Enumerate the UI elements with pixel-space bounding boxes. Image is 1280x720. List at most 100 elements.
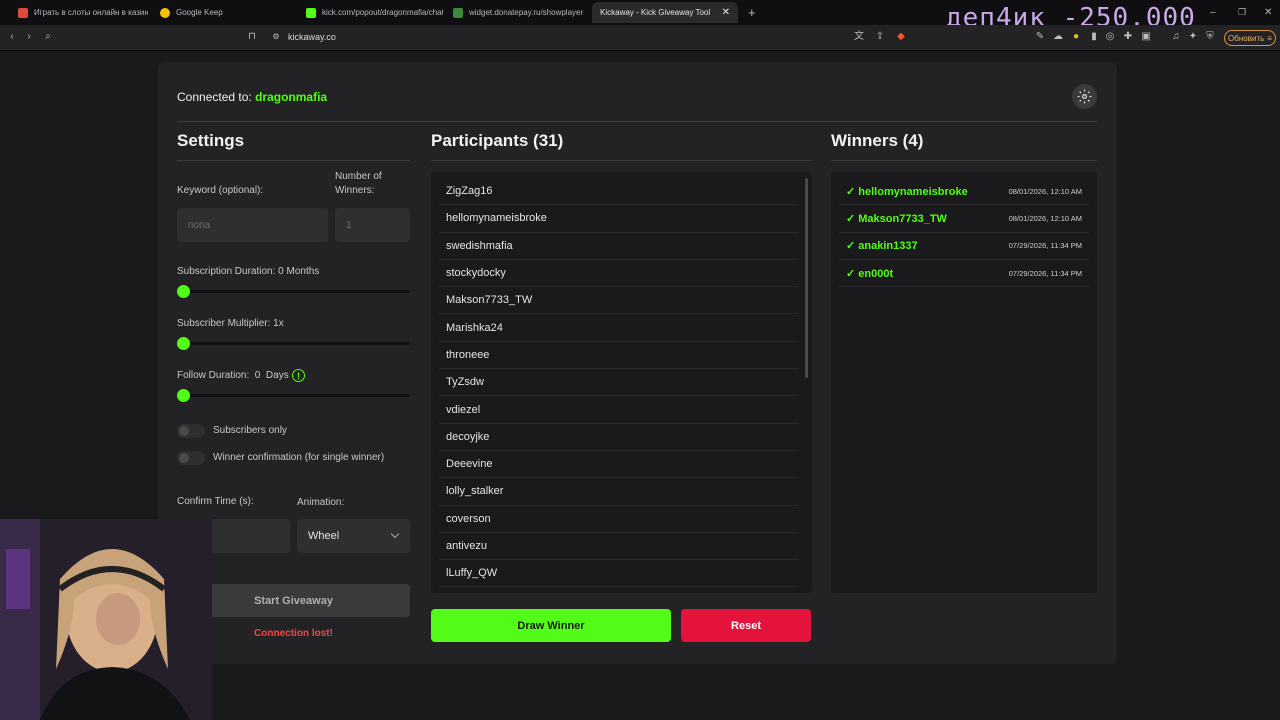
confirm-time-label: Confirm Time (s): bbox=[177, 496, 254, 507]
minimize-icon[interactable]: – bbox=[1202, 2, 1222, 23]
subscribers-only-toggle[interactable] bbox=[177, 424, 205, 438]
winner-name: ✓ en000t bbox=[846, 267, 894, 280]
browser-tab-kickaway[interactable]: Kickaway - Kick Giveaway Tool ✕ bbox=[592, 2, 738, 23]
winner-date: 07/29/2026, 11:34 PM bbox=[1008, 241, 1082, 251]
follow-duration-slider[interactable] bbox=[177, 389, 410, 402]
extension-icon[interactable]: ✦ bbox=[1187, 31, 1199, 43]
winner-date: 08/01/2026, 12:10 AM bbox=[1008, 186, 1082, 196]
winners-rule bbox=[831, 160, 1097, 161]
winner-name: ✓ anakin1337 bbox=[846, 240, 918, 253]
extension-icon[interactable]: ☁ bbox=[1052, 31, 1064, 43]
gear-icon bbox=[1077, 89, 1092, 104]
bookmark-icon[interactable]: ⊓ bbox=[246, 31, 258, 43]
slider-thumb[interactable] bbox=[177, 389, 190, 402]
subscription-duration-slider[interactable] bbox=[177, 285, 410, 298]
share-icon[interactable]: ⇪ bbox=[874, 31, 886, 43]
participant-row: stockydocky bbox=[439, 260, 798, 288]
animation-select[interactable]: Wheel bbox=[297, 519, 410, 553]
winners-list: ✓ hellomynameisbroke 08/01/2026, 12:10 A… bbox=[831, 172, 1097, 593]
extension-icon[interactable]: ▮ bbox=[1088, 31, 1100, 43]
participant-row: coverson bbox=[439, 506, 798, 533]
search-icon[interactable]: ⌕ bbox=[42, 31, 54, 43]
site-info-icon[interactable]: ⚙ bbox=[270, 31, 282, 43]
participants-title: Participants (31) bbox=[431, 131, 564, 150]
slider-thumb[interactable] bbox=[177, 285, 190, 298]
tab-label: Google Keep bbox=[176, 8, 223, 17]
header-divider bbox=[177, 121, 1097, 122]
update-browser-button[interactable]: Обновить ≡ bbox=[1224, 30, 1276, 46]
maximize-icon[interactable]: ❐ bbox=[1230, 2, 1250, 23]
info-icon[interactable]: ! bbox=[292, 369, 305, 382]
browser-tab-donatepay[interactable]: widget.donatepay.ru/showplayer bbox=[445, 2, 589, 23]
animation-value: Wheel bbox=[308, 530, 340, 542]
music-icon[interactable]: ♫ bbox=[1170, 31, 1182, 43]
participant-row: Marishka24 bbox=[439, 314, 798, 342]
winner-row: ✓ Makson7733_TW 08/01/2026, 12:10 AM bbox=[839, 205, 1089, 233]
participant-row: throneee bbox=[439, 342, 798, 370]
participants-list[interactable]: ZigZag16 hellomynameisbroke swedishmafia… bbox=[431, 172, 812, 593]
participant-row: ZigZag16 bbox=[439, 178, 798, 206]
browser-tab-kick-chat[interactable]: kick.com/popout/dragonmafia/chat bbox=[298, 2, 443, 23]
winner-confirmation-toggle[interactable] bbox=[177, 451, 205, 465]
puzzle-icon[interactable]: ✚ bbox=[1122, 31, 1134, 43]
draw-winner-button[interactable]: Draw Winner bbox=[431, 609, 671, 642]
winner-row: ✓ en000t 07/29/2026, 11:34 PM bbox=[839, 260, 1089, 288]
winner-date: 07/29/2026, 11:34 PM bbox=[1008, 268, 1082, 278]
participant-row: TyZsdw bbox=[439, 369, 798, 397]
tab-label: widget.donatepay.ru/showplayer bbox=[469, 8, 584, 17]
subscription-duration-label: Subscription Duration: 0 Months bbox=[177, 266, 320, 277]
participants-rule bbox=[431, 160, 812, 161]
participant-row: decoyjke bbox=[439, 424, 798, 451]
vpn-icon[interactable]: ⛨ bbox=[1204, 31, 1216, 43]
participants-scrollbar[interactable] bbox=[805, 178, 808, 378]
new-tab-icon[interactable]: + bbox=[740, 2, 760, 23]
translate-icon[interactable]: 文 bbox=[853, 31, 865, 43]
url-field[interactable]: kickaway.co bbox=[288, 32, 336, 42]
extension-icon[interactable]: ✎ bbox=[1034, 31, 1046, 43]
tab-label: Играть в слоты онлайн в казино bbox=[34, 8, 148, 17]
winner-row: ✓ hellomynameisbroke 08/01/2026, 12:10 A… bbox=[839, 178, 1089, 206]
forward-icon[interactable]: › bbox=[23, 31, 35, 43]
channel-name: dragonmafia bbox=[255, 90, 328, 104]
browser-tab-bar: Играть в слоты онлайн в казино Google Ke… bbox=[0, 0, 1280, 33]
subscriber-multiplier-label: Subscriber Multiplier: 1x bbox=[177, 318, 284, 329]
shield-icon[interactable]: ◆ bbox=[895, 31, 907, 43]
winner-name: ✓ hellomynameisbroke bbox=[846, 185, 968, 198]
winners-count-label-line2: Winners: bbox=[335, 185, 375, 196]
tab-label: kick.com/popout/dragonmafia/chat bbox=[322, 8, 443, 17]
winners-count-input[interactable]: 1 bbox=[335, 208, 410, 242]
update-label: Обновить bbox=[1228, 33, 1265, 43]
follow-duration-label: Follow Duration: 0 Days bbox=[177, 370, 289, 381]
animation-label: Animation: bbox=[297, 497, 345, 508]
connected-label: Connected to: bbox=[177, 90, 252, 104]
participant-row: swedishmafia bbox=[439, 233, 798, 260]
participant-row: vdiezel bbox=[439, 396, 798, 424]
browser-tab-google-keep[interactable]: Google Keep bbox=[152, 2, 294, 23]
settings-button[interactable] bbox=[1072, 84, 1097, 109]
streamer-webcam-image bbox=[0, 519, 212, 720]
winner-row: ✓ anakin1337 07/29/2026, 11:34 PM bbox=[839, 233, 1089, 260]
webcam-overlay bbox=[0, 519, 212, 720]
slider-thumb[interactable] bbox=[177, 337, 190, 350]
participant-row: lLuffy_QW bbox=[439, 560, 798, 588]
browser-tab-casino[interactable]: Играть в слоты онлайн в казино bbox=[10, 2, 148, 23]
donatepay-favicon-icon bbox=[453, 7, 463, 18]
participant-row: Makson7733_TW bbox=[439, 287, 798, 315]
chevron-down-icon bbox=[390, 529, 400, 539]
participant-row: antivezu bbox=[439, 533, 798, 561]
subscriber-multiplier-slider[interactable] bbox=[177, 337, 410, 350]
settings-rule bbox=[177, 160, 410, 161]
keyword-input[interactable]: попа bbox=[177, 208, 328, 242]
close-window-icon[interactable]: ✕ bbox=[1256, 2, 1278, 23]
reset-button[interactable]: Reset bbox=[681, 609, 811, 642]
participant-row: hellomynameisbroke bbox=[439, 205, 798, 233]
subscribers-only-label: Subscribers only bbox=[213, 425, 287, 436]
download-icon[interactable]: ▣ bbox=[1140, 31, 1152, 43]
extension-icon[interactable]: ● bbox=[1070, 31, 1082, 43]
address-bar: ‹ › ⌕ ⊓ ⚙ kickaway.co 文 ⇪ ◆ ✎ ☁ ● ▮ ◎ ✚ … bbox=[0, 25, 1280, 51]
extension-icon[interactable]: ◎ bbox=[1104, 31, 1116, 43]
keyword-label: Keyword (optional): bbox=[177, 185, 264, 196]
back-icon[interactable]: ‹ bbox=[6, 31, 18, 43]
winners-title: Winners (4) bbox=[831, 131, 924, 150]
close-tab-icon[interactable]: ✕ bbox=[722, 7, 730, 18]
